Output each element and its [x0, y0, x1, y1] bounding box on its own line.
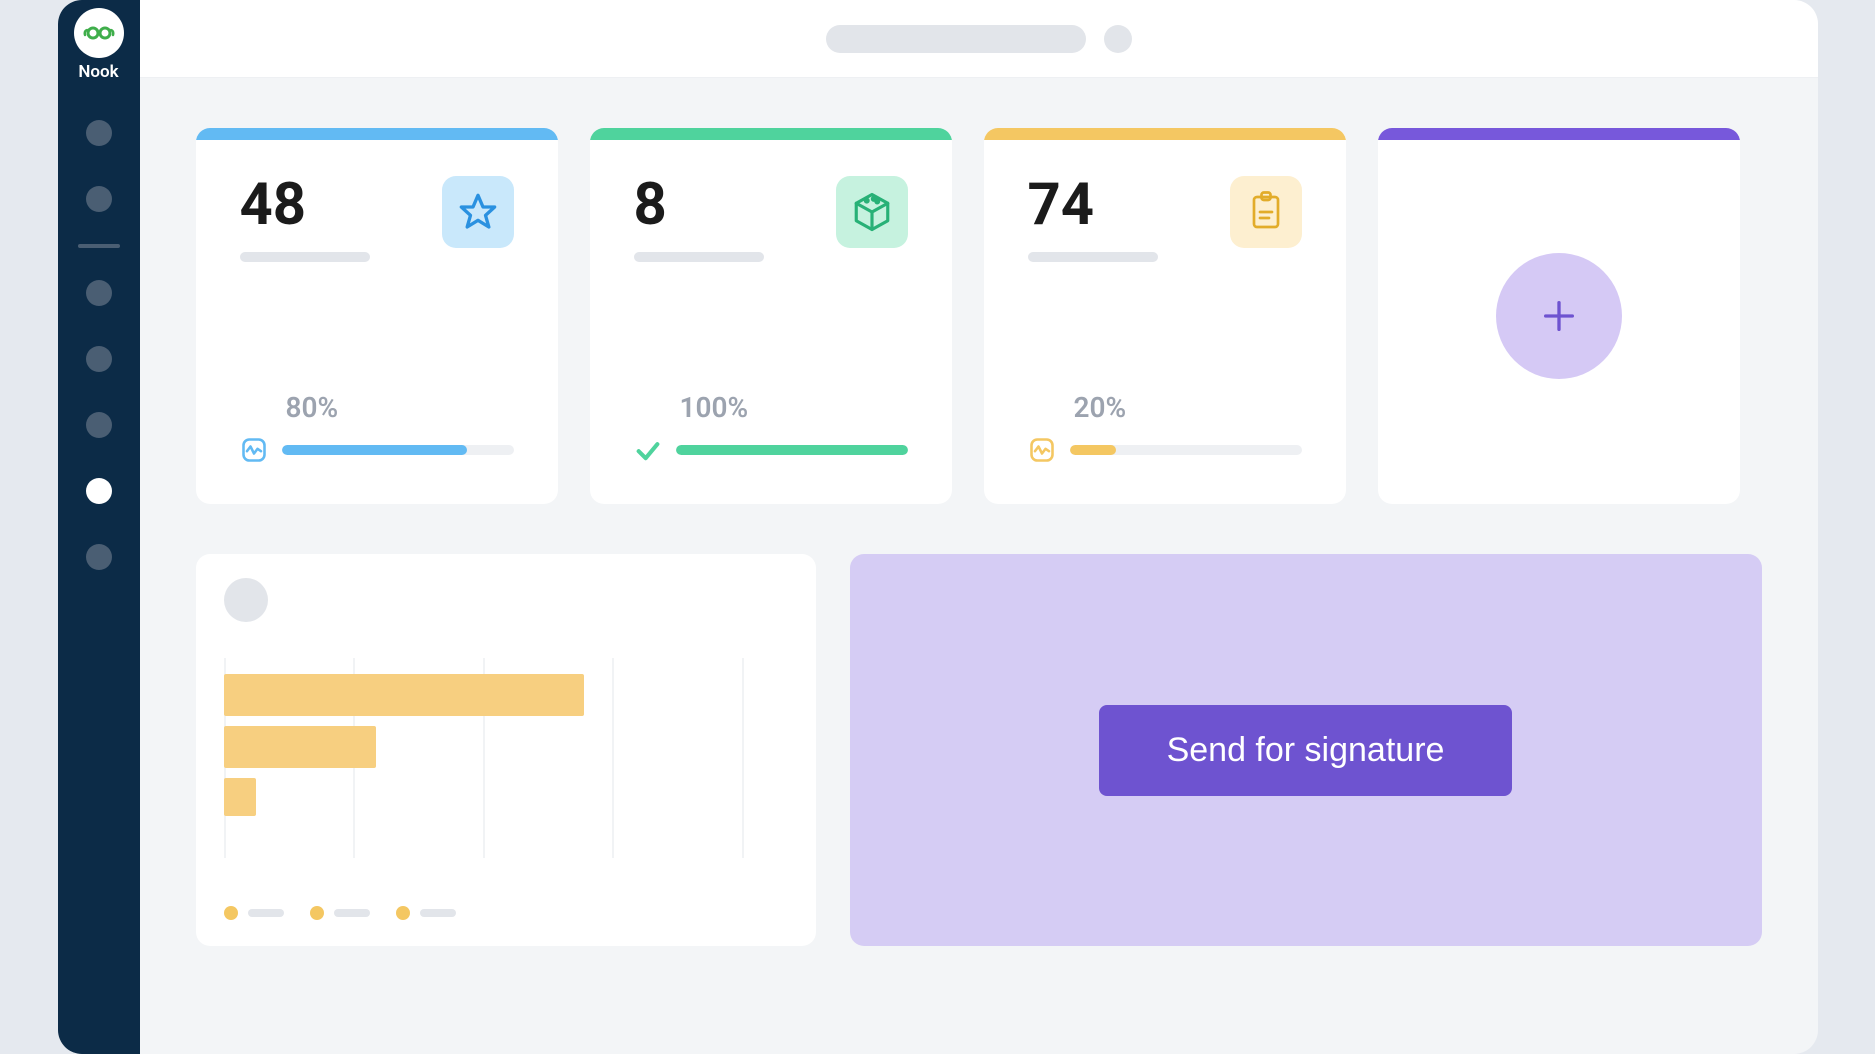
- avatar-placeholder[interactable]: [1104, 25, 1132, 53]
- bar-chart: [224, 658, 744, 858]
- legend-item-2: [310, 906, 370, 920]
- nav-item-2[interactable]: [86, 186, 112, 212]
- progress-percent: 100%: [680, 391, 908, 424]
- stat-value: 48: [240, 176, 370, 234]
- check-icon: [634, 436, 662, 464]
- pulse-icon: [1028, 436, 1056, 464]
- nav-item-5[interactable]: [86, 412, 112, 438]
- stat-label-placeholder: [1028, 252, 1158, 262]
- send-for-signature-button[interactable]: Send for signature: [1099, 705, 1513, 796]
- nav-item-4[interactable]: [86, 346, 112, 372]
- app-name: Nook: [78, 62, 118, 82]
- card-accent: [196, 128, 558, 140]
- cta-panel: Send for signature: [850, 554, 1762, 946]
- logo-icon: [74, 8, 124, 58]
- nav-divider: [78, 244, 120, 248]
- card-accent: [1378, 128, 1740, 140]
- stat-value: 74: [1028, 176, 1158, 234]
- progress-bar: [1070, 445, 1302, 455]
- nav-item-3[interactable]: [86, 280, 112, 306]
- nav-item-1[interactable]: [86, 120, 112, 146]
- logo[interactable]: Nook: [74, 8, 124, 82]
- chart-bar-3: [224, 778, 256, 816]
- progress-bar: [676, 445, 908, 455]
- stat-card-2[interactable]: 8: [590, 128, 952, 504]
- content: 48 80%: [140, 78, 1818, 996]
- progress-percent: 20%: [1074, 391, 1302, 424]
- stat-card-1[interactable]: 48 80%: [196, 128, 558, 504]
- card-accent: [590, 128, 952, 140]
- cube-icon: [836, 176, 908, 248]
- search-placeholder[interactable]: [826, 25, 1086, 53]
- stat-label-placeholder: [634, 252, 764, 262]
- plus-icon: [1539, 296, 1579, 336]
- stat-value: 8: [634, 176, 764, 234]
- chart-bar-2: [224, 726, 376, 768]
- legend-item-1: [224, 906, 284, 920]
- app-window: Nook: [58, 0, 1818, 1054]
- add-card[interactable]: [1378, 128, 1740, 504]
- main-area: 48 80%: [140, 0, 1818, 1054]
- card-accent: [984, 128, 1346, 140]
- bottom-row: Send for signature: [196, 554, 1762, 946]
- stat-label-placeholder: [240, 252, 370, 262]
- stats-row: 48 80%: [196, 128, 1762, 504]
- chart-bar-1: [224, 674, 584, 716]
- chart-card[interactable]: [196, 554, 816, 946]
- progress-bar: [282, 445, 514, 455]
- nav-item-7[interactable]: [86, 544, 112, 570]
- chart-legend: [224, 906, 456, 920]
- add-button[interactable]: [1496, 253, 1622, 379]
- nav-item-6-active[interactable]: [86, 478, 112, 504]
- clipboard-icon: [1230, 176, 1302, 248]
- legend-item-3: [396, 906, 456, 920]
- star-icon: [442, 176, 514, 248]
- progress-percent: 80%: [286, 391, 514, 424]
- stat-card-3[interactable]: 74: [984, 128, 1346, 504]
- chart-avatar-placeholder: [224, 578, 268, 622]
- sidebar: Nook: [58, 0, 140, 1054]
- top-bar: [140, 0, 1818, 78]
- pulse-icon: [240, 436, 268, 464]
